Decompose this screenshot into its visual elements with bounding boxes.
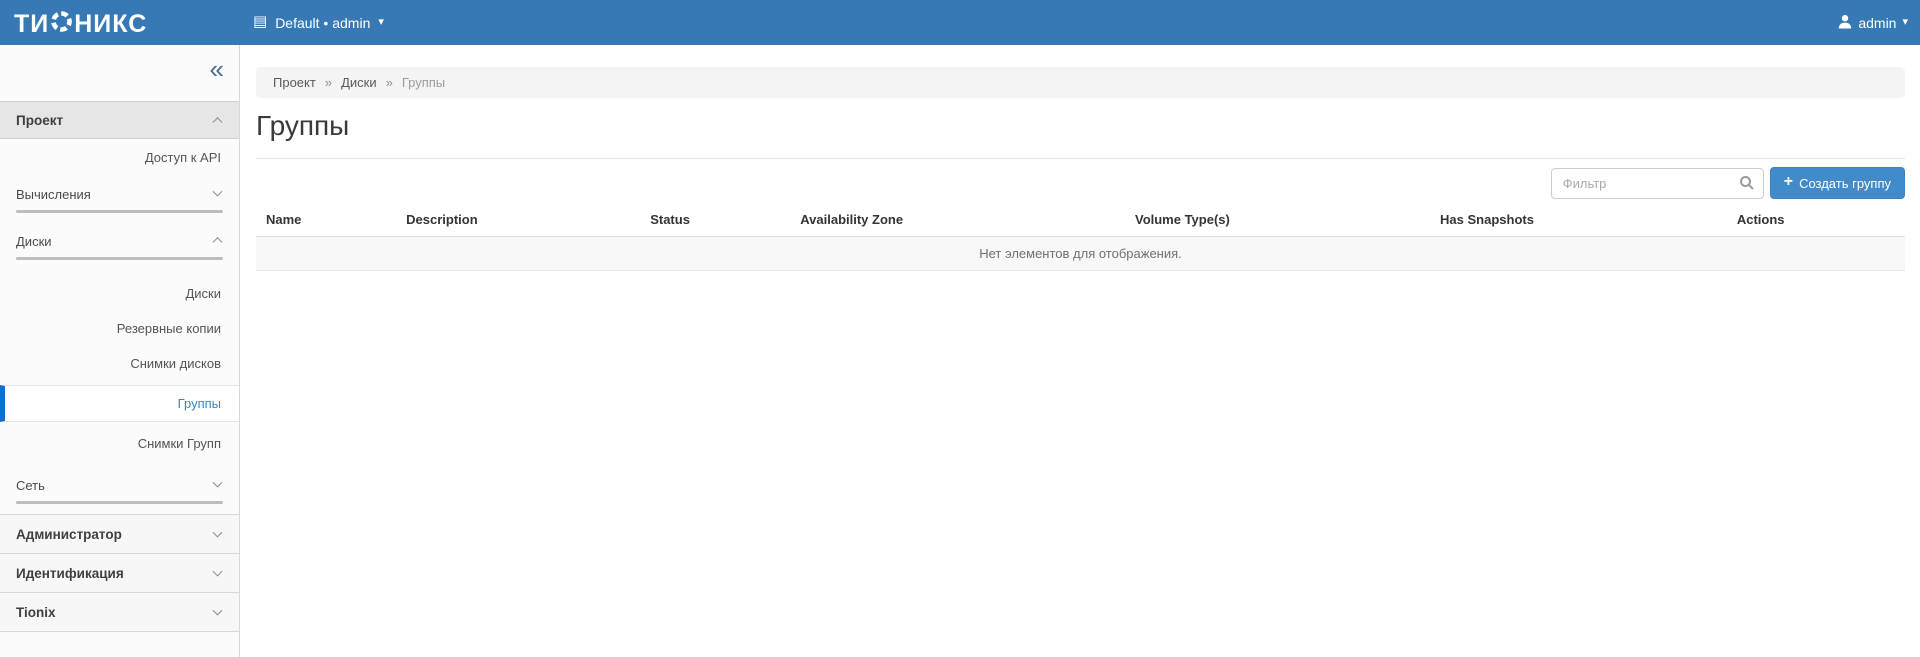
column-header-description[interactable]: Description [396, 202, 640, 237]
create-group-label: Создать группу [1799, 176, 1891, 191]
sidebar-item-groups[interactable]: Группы [0, 385, 239, 422]
project-context-switcher[interactable]: ▤ Default • admin ▾ [253, 0, 384, 45]
create-group-button[interactable]: + Создать группу [1770, 167, 1905, 199]
filter-input[interactable] [1552, 169, 1763, 198]
chevron-down-icon: ▾ [1902, 17, 1908, 28]
user-icon [1838, 14, 1852, 32]
top-header-bar: ТИ НИКС ▤ Default • admin ▾ admin ▾ [0, 0, 1920, 45]
breadcrumb-current: Группы [402, 75, 445, 90]
table-toolbar: + Создать группу [256, 167, 1905, 199]
column-header-availability-zone[interactable]: Availability Zone [790, 202, 1125, 237]
volumes-subnav: Диски Резервные копии Снимки дисков Груп… [0, 270, 239, 467]
table-empty-row: Нет элементов для отображения. [256, 237, 1905, 271]
breadcrumb-volumes[interactable]: Диски [341, 75, 377, 90]
breadcrumb-separator: » [386, 75, 393, 90]
sidebar-item-snapshots[interactable]: Снимки дисков [0, 346, 239, 381]
sidebar-section-tionix[interactable]: Tionix [0, 593, 239, 632]
toggle-underline [16, 257, 223, 260]
toggle-underline [16, 210, 223, 213]
chevron-down-icon [213, 187, 223, 197]
user-menu[interactable]: admin ▾ [1838, 0, 1908, 45]
breadcrumb-project[interactable]: Проект [273, 75, 316, 90]
chevron-up-icon [213, 237, 223, 247]
section-label: Проект [16, 113, 63, 128]
chevron-down-icon [213, 478, 223, 488]
sidebar-toggle-volumes[interactable]: Диски [0, 223, 239, 257]
sidebar-item-group-snapshots[interactable]: Снимки Групп [0, 426, 239, 461]
context-label: Default • admin [275, 15, 370, 31]
sidebar-item-volumes[interactable]: Диски [0, 276, 239, 311]
empty-state-message: Нет элементов для отображения. [256, 237, 1905, 271]
plus-icon: + [1784, 174, 1793, 190]
sidebar: « Проект Доступ к API Вычисления Диски Д… [0, 45, 240, 657]
toggle-underline [16, 501, 223, 504]
sidebar-section-identity[interactable]: Идентификация [0, 554, 239, 593]
table-header-row: Name Description Status Availability Zon… [256, 202, 1905, 237]
sidebar-bottom-sections: Администратор Идентификация Tionix [0, 514, 239, 632]
filter-box [1551, 168, 1764, 199]
sidebar-item-api-access[interactable]: Доступ к API [0, 139, 239, 176]
column-header-has-snapshots[interactable]: Has Snapshots [1430, 202, 1727, 237]
sidebar-collapse-row: « [0, 45, 239, 101]
section-label: Tionix [16, 605, 56, 620]
toggle-label: Вычисления [16, 187, 91, 202]
sidebar-toggle-network[interactable]: Сеть [0, 467, 239, 501]
column-header-actions[interactable]: Actions [1727, 202, 1905, 237]
page-title: Группы [256, 110, 1905, 142]
column-header-status[interactable]: Status [640, 202, 790, 237]
toggle-label: Сеть [16, 478, 45, 493]
column-header-volume-types[interactable]: Volume Type(s) [1125, 202, 1430, 237]
sidebar-section-project[interactable]: Проект [0, 101, 239, 139]
user-label: admin [1858, 15, 1896, 31]
chevron-up-icon [213, 117, 223, 127]
groups-table: Name Description Status Availability Zon… [256, 202, 1905, 271]
chevron-down-icon [213, 567, 223, 577]
breadcrumb-separator: » [325, 75, 332, 90]
chevron-down-icon [213, 606, 223, 616]
page-header: Группы [256, 110, 1905, 159]
toggle-label: Диски [16, 234, 52, 249]
sidebar-toggle-compute[interactable]: Вычисления [0, 176, 239, 210]
chevron-down-icon [213, 528, 223, 538]
search-icon[interactable] [1740, 176, 1751, 187]
logo-text-left: ТИ [14, 10, 49, 39]
breadcrumb: Проект » Диски » Группы [256, 67, 1905, 98]
logo-swirl-icon [49, 8, 74, 40]
domain-list-icon: ▤ [253, 14, 267, 29]
section-label: Администратор [16, 527, 122, 542]
sidebar-collapse-button[interactable]: « [210, 49, 224, 91]
section-label: Идентификация [16, 566, 124, 581]
main-content: Проект » Диски » Группы Группы + Создать… [241, 45, 1920, 657]
chevron-down-icon: ▾ [378, 17, 384, 28]
tionix-logo[interactable]: ТИ НИКС [14, 8, 147, 40]
sidebar-section-admin[interactable]: Администратор [0, 515, 239, 554]
logo-text-right: НИКС [74, 10, 147, 39]
column-header-name[interactable]: Name [256, 202, 396, 237]
sidebar-item-backups[interactable]: Резервные копии [0, 311, 239, 346]
